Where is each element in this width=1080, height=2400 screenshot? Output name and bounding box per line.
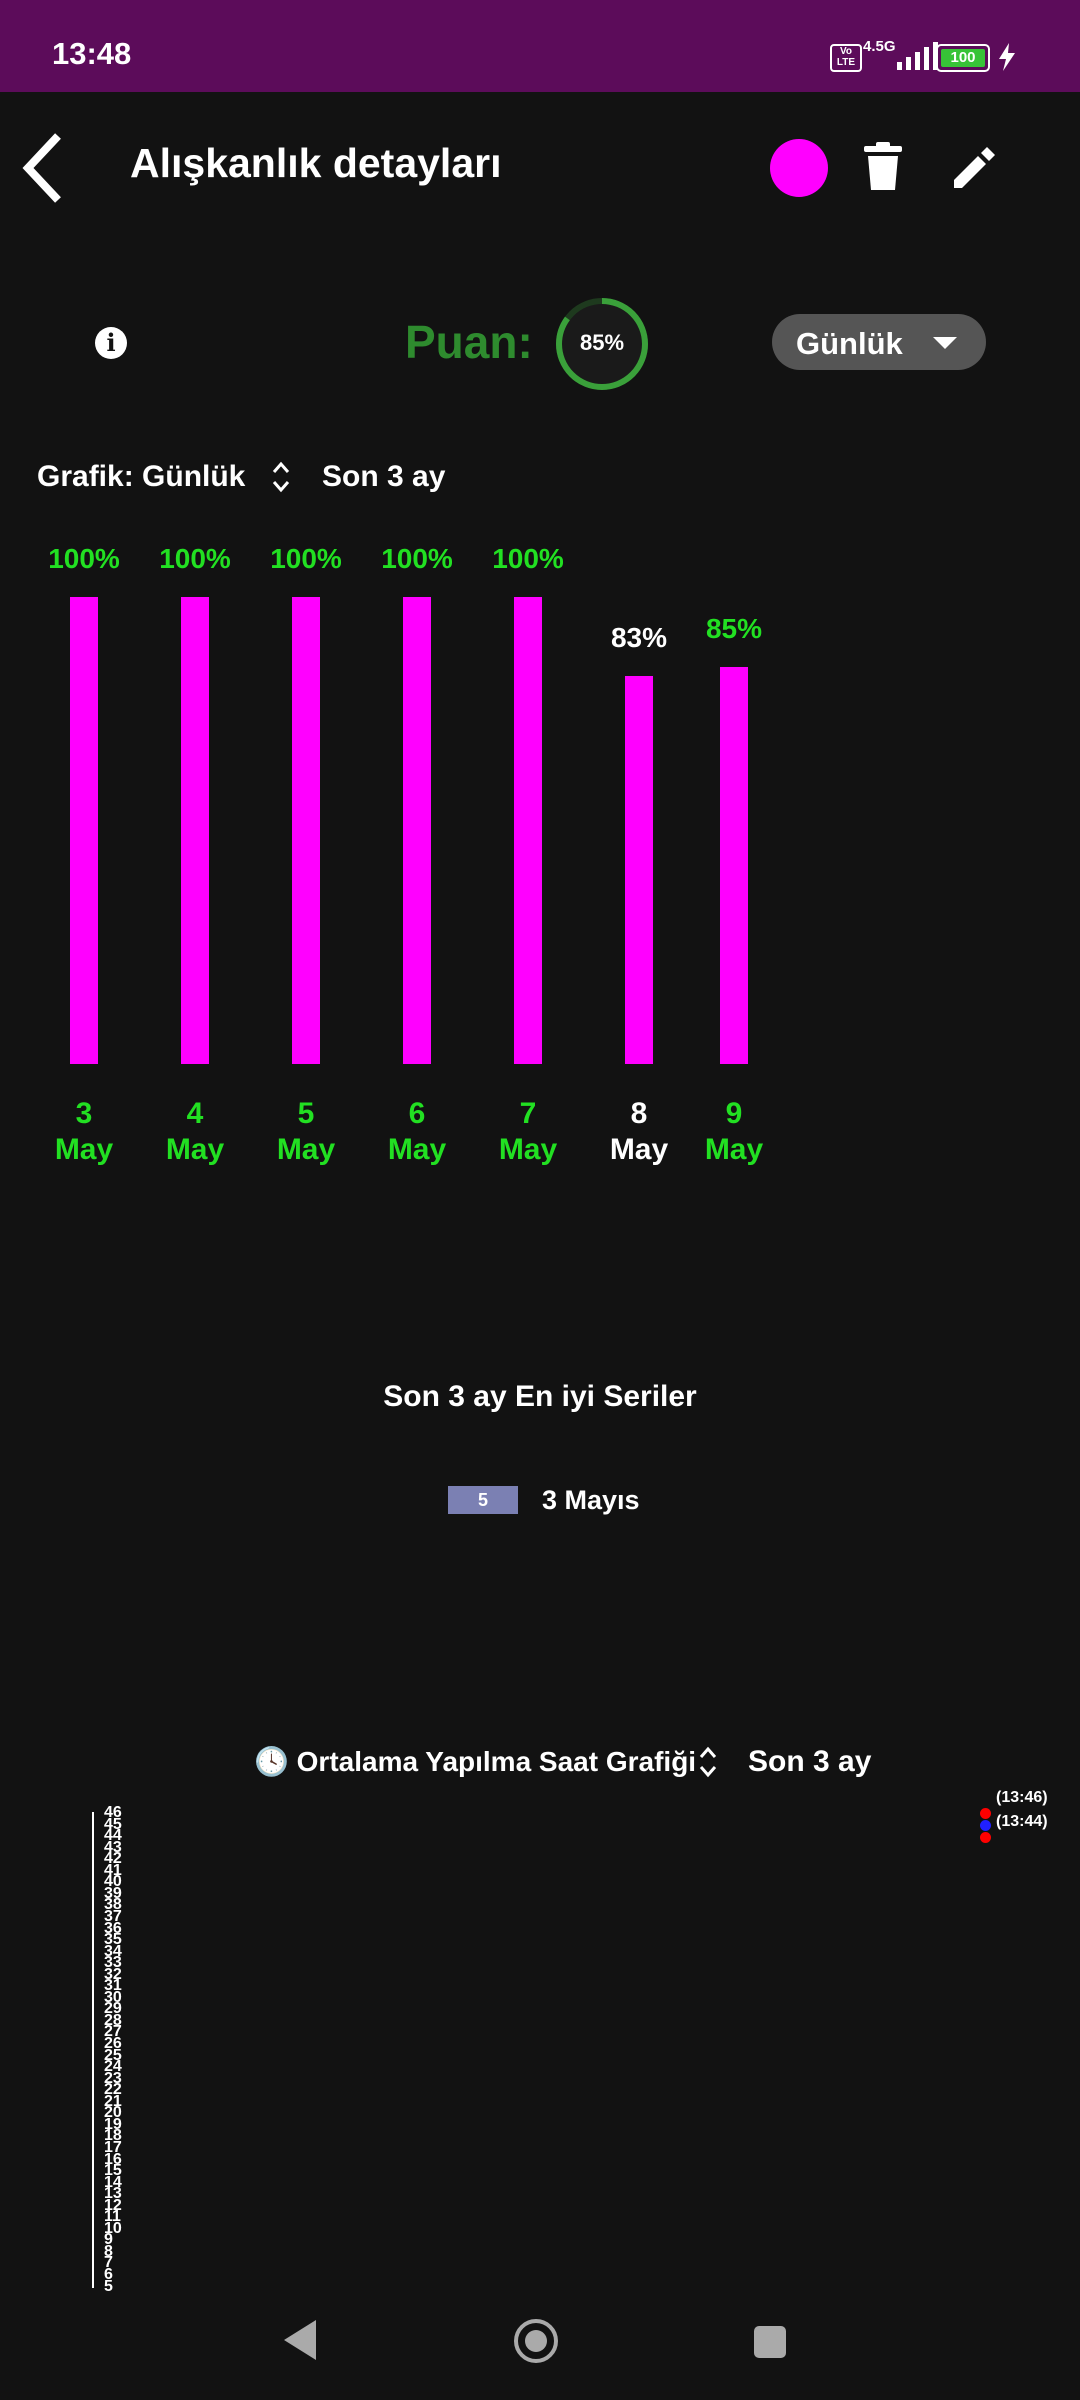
time-chart-title: 🕓 Ortalama Yapılma Saat Grafiği [254,1746,697,1777]
network-type-label: 4.5G [863,38,896,55]
time-point-label-1: (13:46) [996,1789,1048,1806]
x-tick-label: 6 May [357,1096,477,1168]
x-tick-day: 3 [75,1097,93,1130]
time-sort-toggle-icon[interactable] [697,1745,719,1779]
x-tick-month: May [165,1133,225,1166]
bar-value-label: 100% [381,543,453,574]
info-icon[interactable]: i [95,327,127,359]
x-tick-day: 7 [519,1097,537,1130]
nav-back-icon[interactable] [280,2318,320,2362]
time-chart-y-axis [92,1812,94,2288]
volte-icon: Vo LTE [830,44,862,72]
time-point-2 [980,1832,991,1843]
status-time: 13:48 [52,36,132,71]
x-tick-month: May [276,1133,336,1166]
bar-value-label: 100% [48,543,120,574]
bar-6 [625,676,653,1064]
bar-value-label: 100% [270,543,342,574]
bar-1 [70,597,98,1064]
x-tick-label: 4 May [135,1096,255,1168]
bar-7 [720,667,748,1064]
frequency-dropdown[interactable]: Günlük [772,314,986,370]
page-title: Alışkanlık detayları [130,140,502,186]
charging-icon [999,43,1015,71]
time-point-label-2: (13:44) [996,1813,1048,1830]
x-tick-month: May [387,1133,447,1166]
bar-2 [181,597,209,1064]
bar-value-label: 85% [705,613,763,645]
x-tick-day: 9 [725,1097,743,1130]
x-tick-day: 5 [297,1097,315,1130]
x-tick-label: 3 May [24,1096,144,1168]
y-tick-label: 5 [104,2277,113,2295]
x-tick-day: 6 [408,1097,426,1130]
x-tick-month: May [704,1133,764,1166]
pencil-icon[interactable] [952,144,998,190]
streak-date: 3 Mayıs [542,1485,640,1515]
bar-3 [292,597,320,1064]
x-tick-label: 9 May [674,1096,794,1168]
time-avg-marker [980,1820,991,1831]
bar-value-label: 100% [159,543,231,574]
score-label: Puan: [405,316,533,368]
score-value: 85% [579,330,625,355]
frequency-dropdown-value: Günlük [796,326,903,361]
chart-range-label[interactable]: Son 3 ay [322,460,445,494]
x-tick-label: 7 May [468,1096,588,1168]
bar-4 [403,597,431,1064]
bar-value-label: 100% [492,543,564,574]
chevron-down-icon [933,337,957,349]
nav-recents-icon[interactable] [752,2324,788,2360]
trash-icon[interactable] [862,142,904,192]
battery-icon: 100 [936,44,990,72]
habit-color-dot[interactable] [770,139,828,197]
bar-5 [514,597,542,1064]
bar-chart: 100% 3 May 100% 4 May 100% 5 May 100% 6 May 100% 7 May… [0,500,1080,1200]
nav-home-icon[interactable] [512,2317,560,2365]
time-point-1 [980,1808,991,1819]
streak-bar: 5 [448,1486,518,1514]
x-tick-month: May [498,1133,558,1166]
time-chart-range[interactable]: Son 3 ay [748,1745,871,1779]
x-tick-day: 4 [186,1097,204,1130]
x-tick-label: 5 May [246,1096,366,1168]
streaks-title: Son 3 ay En iyi Seriler [383,1380,697,1413]
chart-type-label: Grafik: Günlük [37,460,246,493]
status-bar: 13:48 Vo LTE 4.5G 100 [0,0,1080,92]
battery-level: 100 [941,49,985,67]
sort-toggle-icon[interactable] [270,460,292,494]
back-arrow-icon[interactable] [18,130,68,206]
x-tick-month: May [54,1133,114,1166]
